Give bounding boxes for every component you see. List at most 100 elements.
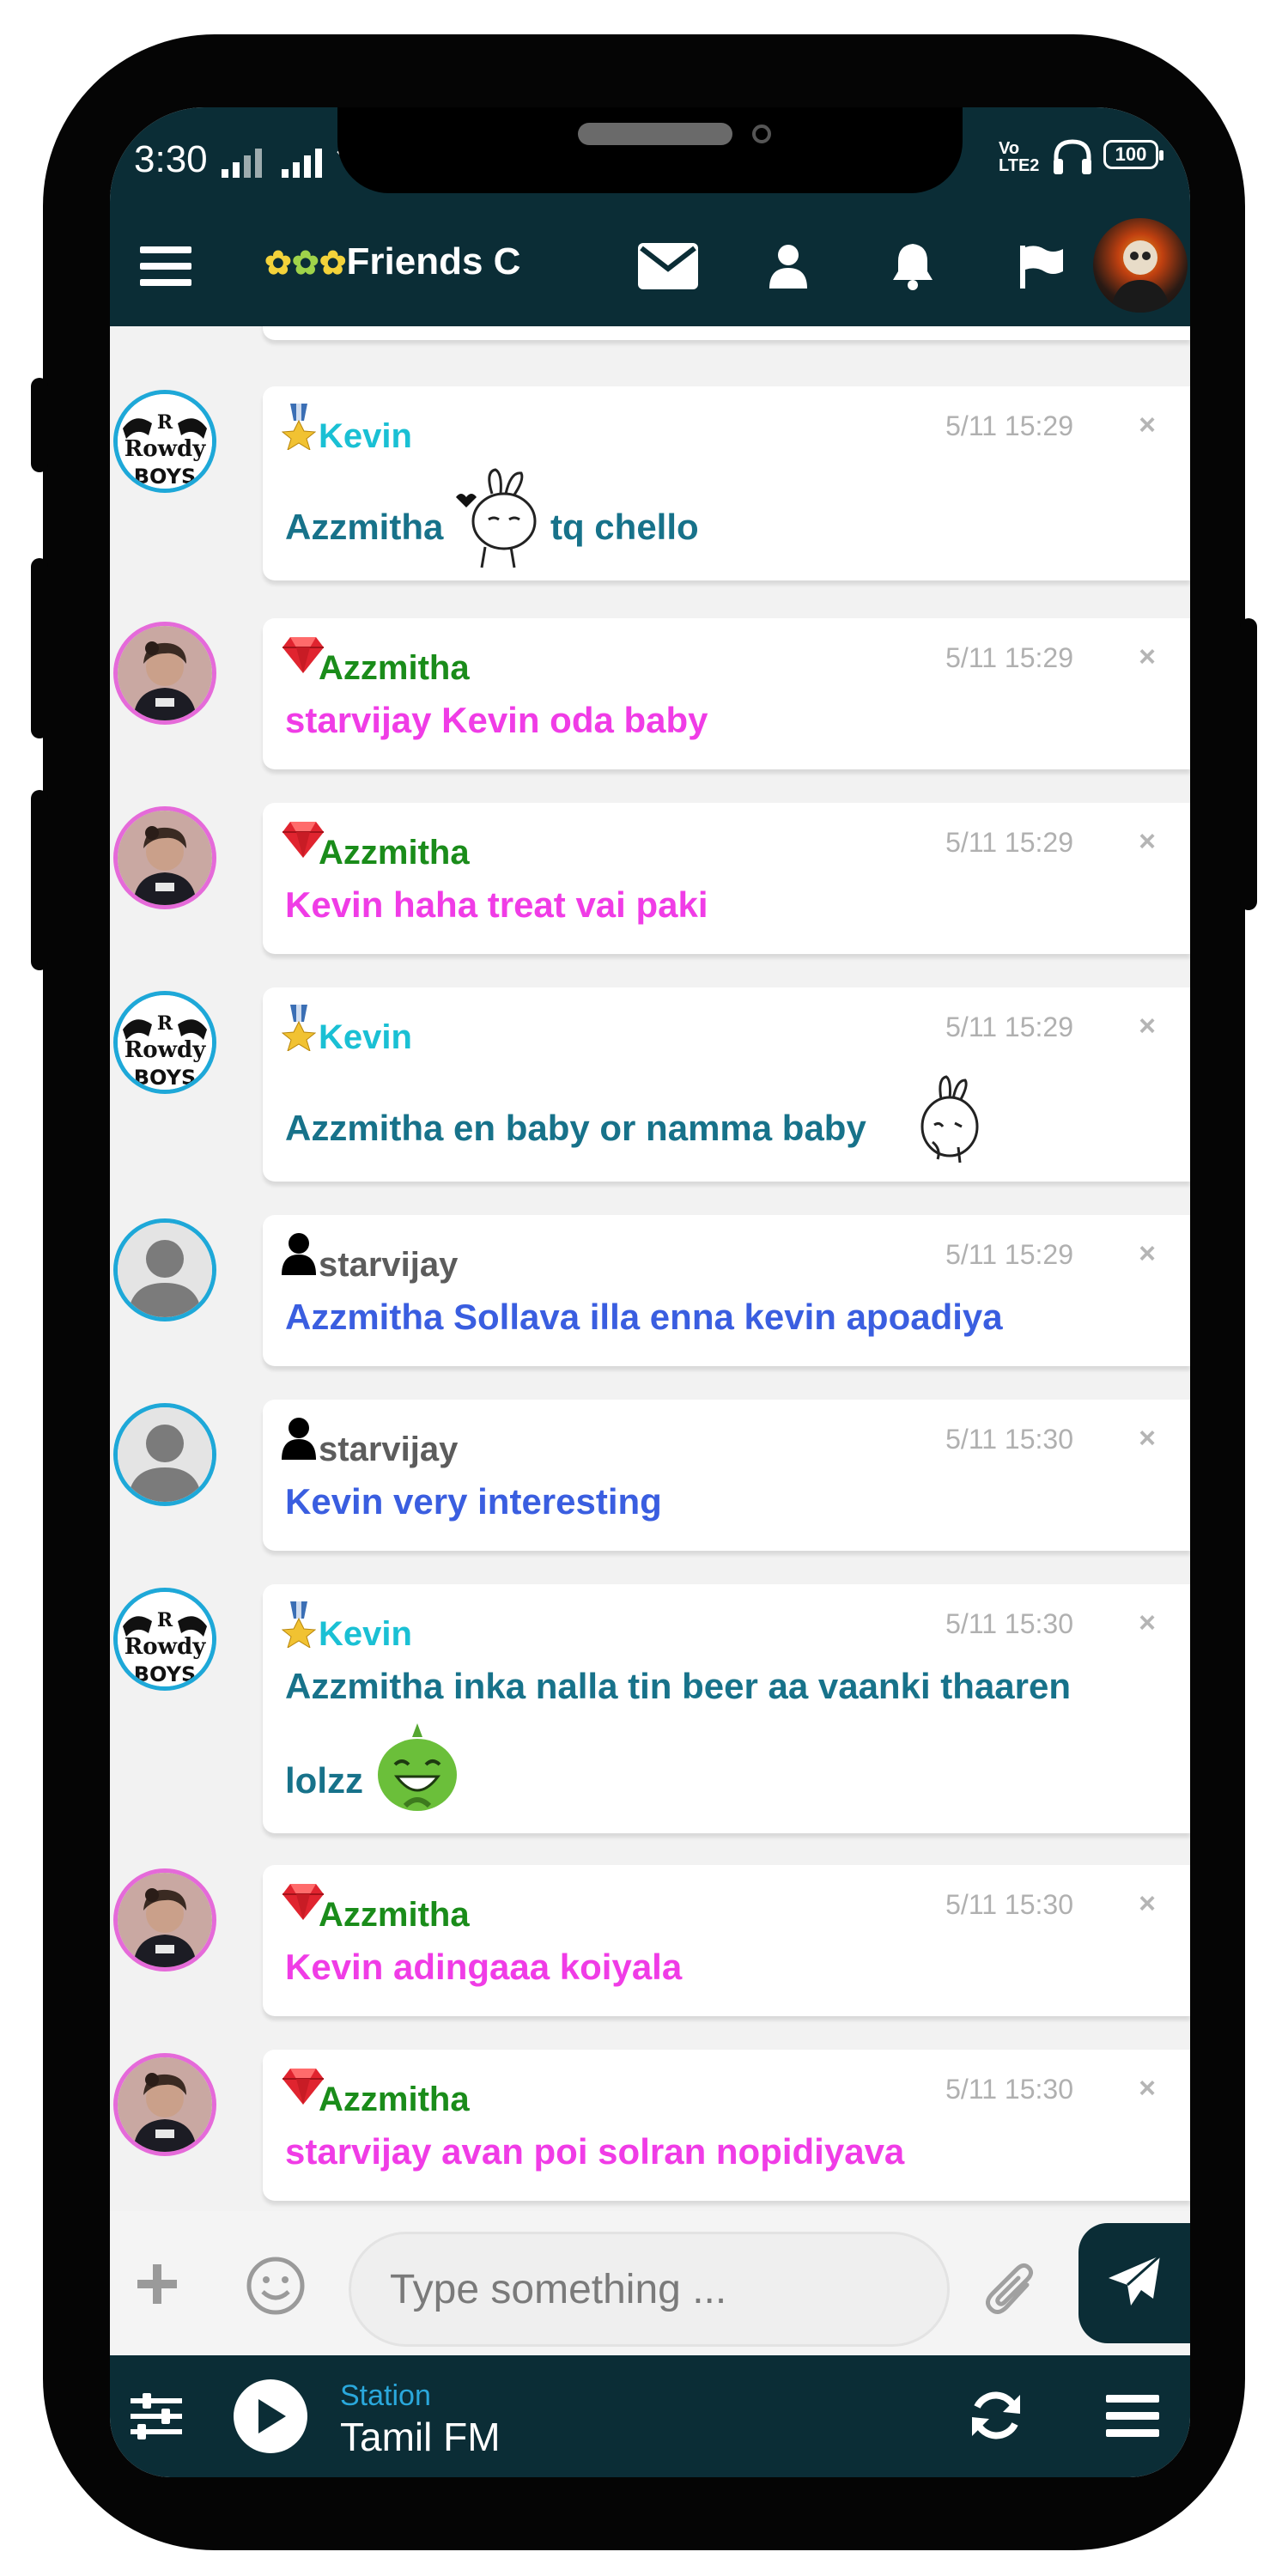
top-app-bar: ✿✿✿Friends C bbox=[110, 206, 1190, 326]
phone-side-button bbox=[31, 378, 48, 472]
message-timestamp: 5/11 15:29 bbox=[945, 1012, 1073, 1042]
avatar-text: R bbox=[157, 411, 173, 434]
volte-indicator: Vo LTE2 bbox=[999, 139, 1040, 175]
avatar-text: BOYS bbox=[134, 1066, 197, 1090]
emoji-icon[interactable] bbox=[246, 2256, 306, 2320]
radio-player-bar: Station Tamil FM bbox=[110, 2355, 1190, 2477]
message-bubble: Kevin 5/11 15:29 × Azzmitha en baby or namm… bbox=[263, 987, 1190, 1182]
delete-message-icon[interactable]: × bbox=[1139, 1422, 1156, 1455]
bell-icon[interactable] bbox=[866, 206, 960, 326]
menu-icon[interactable] bbox=[136, 206, 196, 326]
message-text: tq chello bbox=[550, 507, 699, 547]
camera-notch bbox=[337, 107, 963, 193]
avatar-kevin[interactable]: R Rowdy BOYS bbox=[113, 390, 216, 493]
message-timestamp: 5/11 15:30 bbox=[945, 1889, 1073, 1920]
avatar-text: Rowdy bbox=[125, 1634, 207, 1660]
avatar-text: Rowdy bbox=[125, 1037, 207, 1063]
avatar-kevin[interactable]: R Rowdy BOYS bbox=[113, 1588, 216, 1691]
avatar-starvijay[interactable] bbox=[113, 1403, 216, 1506]
headphones-icon bbox=[1051, 137, 1094, 182]
playlist-menu-icon[interactable] bbox=[1106, 2393, 1159, 2444]
message-username[interactable]: Azzmitha bbox=[319, 834, 470, 872]
message-bubble: starvijay 5/11 15:30 × Kevin very interesti… bbox=[263, 1400, 1190, 1551]
avatar-text: R bbox=[157, 1012, 173, 1035]
room-title-text: Friends C bbox=[346, 240, 521, 283]
send-button[interactable] bbox=[1078, 2223, 1190, 2343]
app-screen: 3:30 Vo LTE2 100 ✿✿✿Friends C R Rowdy BO… bbox=[110, 107, 1190, 2477]
message-bubble: Azzmitha 5/11 15:29 × Kevin haha treat vai … bbox=[263, 803, 1190, 954]
avatar-text: BOYS bbox=[134, 1662, 197, 1686]
ruby-rank-icon bbox=[282, 820, 324, 866]
ruby-rank-icon bbox=[282, 2067, 324, 2113]
delete-message-icon[interactable]: × bbox=[1139, 825, 1156, 859]
play-button[interactable] bbox=[234, 2379, 307, 2453]
message-username[interactable]: Kevin bbox=[319, 417, 412, 456]
message-bubble: Azzmitha 5/11 15:30 × Kevin adingaaa koiyal… bbox=[263, 1865, 1190, 2016]
avatar-azzmitha[interactable] bbox=[113, 2053, 216, 2156]
flower-emoji: ✿ bbox=[291, 246, 319, 282]
message-bubble-partial bbox=[263, 326, 1190, 340]
avatar-text: BOYS bbox=[134, 465, 197, 489]
attachment-icon[interactable] bbox=[986, 2259, 1041, 2324]
earpiece-speaker bbox=[578, 123, 732, 145]
message-username[interactable]: Kevin bbox=[319, 1018, 412, 1057]
play-icon bbox=[258, 2399, 286, 2433]
message-bubble: Kevin 5/11 15:30 × Azzmitha inka nalla tin … bbox=[263, 1584, 1190, 1833]
paper-plane-icon bbox=[1107, 2254, 1162, 2313]
chat-message-row: Azzmitha 5/11 15:29 × Kevin haha treat vai … bbox=[110, 803, 1190, 954]
message-timestamp: 5/11 15:29 bbox=[945, 410, 1073, 441]
message-text: Kevin very interesting bbox=[285, 1481, 662, 1522]
message-timestamp: 5/11 15:29 bbox=[945, 642, 1073, 673]
message-username[interactable]: Azzmitha bbox=[319, 649, 470, 688]
delete-message-icon[interactable]: × bbox=[1139, 1887, 1156, 1921]
message-bubble: starvijay 5/11 15:29 × Azzmitha Sollava ill… bbox=[263, 1215, 1190, 1366]
message-timestamp: 5/11 15:29 bbox=[945, 827, 1073, 858]
flag-icon[interactable] bbox=[994, 206, 1089, 326]
avatar-azzmitha[interactable] bbox=[113, 622, 216, 725]
status-bar: 3:30 Vo LTE2 100 bbox=[110, 107, 1190, 206]
message-bubble: Kevin 5/11 15:29 × Azzmitha tq chello bbox=[263, 386, 1190, 580]
user-icon[interactable] bbox=[745, 206, 831, 326]
chat-message-row: Azzmitha 5/11 15:29 × starvijay Kevin oda b… bbox=[110, 618, 1190, 769]
profile-avatar[interactable] bbox=[1093, 218, 1188, 313]
equalizer-settings-icon[interactable] bbox=[131, 2393, 182, 2444]
delete-message-icon[interactable]: × bbox=[1139, 641, 1156, 674]
room-title[interactable]: ✿✿✿Friends C bbox=[264, 236, 574, 289]
delete-message-icon[interactable]: × bbox=[1139, 409, 1156, 442]
delete-message-icon[interactable]: × bbox=[1139, 1237, 1156, 1271]
phone-side-button bbox=[31, 790, 48, 970]
medal-rank-icon bbox=[281, 404, 317, 452]
message-composer bbox=[110, 2211, 1190, 2355]
avatar-kevin[interactable]: R Rowdy BOYS bbox=[113, 991, 216, 1094]
avatar-starvijay[interactable] bbox=[113, 1218, 216, 1321]
avatar-azzmitha[interactable] bbox=[113, 806, 216, 909]
message-text: Azzmitha Sollava illa enna kevin apoadiy… bbox=[285, 1297, 1003, 1337]
delete-message-icon[interactable]: × bbox=[1139, 1607, 1156, 1640]
message-username[interactable]: starvijay bbox=[319, 1246, 458, 1285]
envelope-icon[interactable] bbox=[617, 206, 720, 326]
avatar-text: R bbox=[157, 1609, 173, 1631]
chat-message-row: R Rowdy BOYS Kevin 5/11 15:29 × Azzmitha tq che… bbox=[110, 386, 1190, 580]
avatar-text: Rowdy bbox=[125, 436, 207, 462]
battery-indicator: 100 bbox=[1103, 140, 1163, 169]
medal-rank-icon bbox=[281, 1005, 317, 1053]
refresh-icon[interactable] bbox=[969, 2388, 1024, 2447]
message-text: Kevin adingaaa koiyala bbox=[285, 1947, 683, 1987]
message-username[interactable]: Azzmitha bbox=[319, 2081, 470, 2119]
plus-icon[interactable] bbox=[136, 2263, 179, 2310]
message-username[interactable]: starvijay bbox=[319, 1431, 458, 1469]
ruby-rank-icon bbox=[282, 1882, 324, 1929]
delete-message-icon[interactable]: × bbox=[1139, 2072, 1156, 2105]
chat-message-list[interactable]: R Rowdy BOYS Kevin 5/11 15:29 × Azzmitha tq che… bbox=[110, 326, 1190, 2215]
message-input[interactable] bbox=[349, 2232, 950, 2347]
flower-emoji: ✿ bbox=[319, 246, 347, 282]
ruby-rank-icon bbox=[282, 635, 324, 682]
message-username[interactable]: Kevin bbox=[319, 1615, 412, 1654]
chat-message-row: Azzmitha 5/11 15:30 × Kevin adingaaa koiyal… bbox=[110, 1865, 1190, 2016]
rabbit-shy-sticker bbox=[907, 1073, 984, 1172]
message-text: starvijay avan poi solran nopidiyava bbox=[285, 2131, 905, 2172]
delete-message-icon[interactable]: × bbox=[1139, 1010, 1156, 1043]
avatar-azzmitha[interactable] bbox=[113, 1868, 216, 1971]
message-username[interactable]: Azzmitha bbox=[319, 1896, 470, 1935]
message-bubble: Azzmitha 5/11 15:29 × starvijay Kevin oda b… bbox=[263, 618, 1190, 769]
